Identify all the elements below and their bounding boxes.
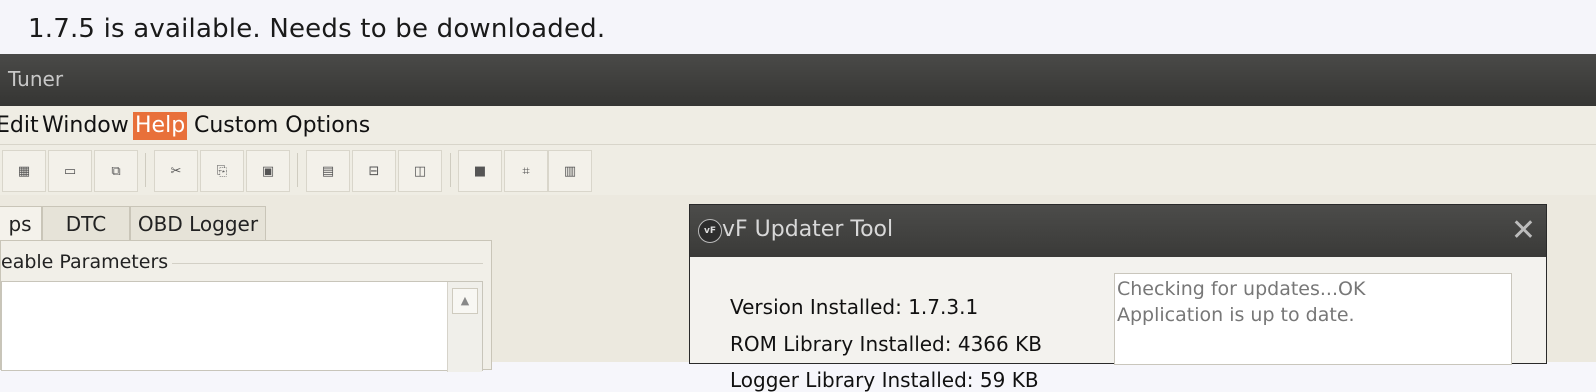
caption-banner: 1.7.5 is available. Needs to be download… bbox=[0, 0, 1596, 54]
group-label: eable Parameters bbox=[1, 251, 173, 273]
window-title: Tuner bbox=[8, 67, 64, 91]
cut-icon[interactable]: ✂ bbox=[154, 150, 198, 192]
table-icon[interactable]: ▥ bbox=[548, 150, 592, 192]
dialog-title-bar[interactable]: vF vF Updater Tool ✕ bbox=[690, 205, 1546, 257]
tab-maps[interactable]: ps bbox=[0, 206, 42, 243]
square-icon[interactable]: ■ bbox=[458, 150, 502, 192]
parameters-panel: eable Parameters ▲ bbox=[0, 240, 492, 372]
rom-library-installed: ROM Library Installed: 4366 KB bbox=[730, 332, 1042, 356]
close-icon[interactable]: ✕ bbox=[1511, 213, 1536, 248]
menu-edit[interactable]: Edit bbox=[0, 112, 41, 140]
title-bar[interactable]: Tuner bbox=[0, 54, 1596, 106]
toolbar: ▦ ▭ ⧉ ✂ ⎘ ▣ ▤ ⊟ ◫ ■ ⌗ ▥ bbox=[0, 145, 1596, 195]
menu-bar: Edit Window Help Custom Options bbox=[0, 106, 1596, 145]
vf-logo-icon: vF bbox=[698, 219, 722, 243]
version-installed: Version Installed: 1.7.3.1 bbox=[730, 295, 979, 319]
update-log[interactable]: Checking for updates...OK Application is… bbox=[1114, 273, 1512, 365]
parameters-list[interactable]: ▲ bbox=[1, 281, 483, 372]
split-vertical-icon[interactable]: ◫ bbox=[398, 150, 442, 192]
tuner-window: Tuner Edit Window Help Custom Options ▦ … bbox=[0, 54, 1596, 392]
log-line: Application is up to date. bbox=[1117, 304, 1355, 326]
copy-icon[interactable]: ⎘ bbox=[200, 150, 244, 192]
dialog-title: vF Updater Tool bbox=[722, 217, 894, 242]
save-icon[interactable]: ▭ bbox=[48, 150, 92, 192]
menu-window[interactable]: Window bbox=[40, 112, 131, 140]
tab-dtc[interactable]: DTC bbox=[42, 206, 130, 242]
menu-custom-options[interactable]: Custom Options bbox=[192, 112, 372, 140]
split-horizontal-icon[interactable]: ⊟ bbox=[352, 150, 396, 192]
compare-icon[interactable]: ▤ bbox=[306, 150, 350, 192]
menu-help[interactable]: Help bbox=[133, 112, 188, 140]
paste-icon[interactable]: ▣ bbox=[246, 150, 290, 192]
scroll-up-icon[interactable]: ▲ bbox=[452, 288, 478, 314]
updater-dialog: vF vF Updater Tool ✕ Version Installed: … bbox=[689, 204, 1547, 392]
tab-obd-logger[interactable]: OBD Logger bbox=[130, 206, 266, 242]
logger-library-installed: Logger Library Installed: 59 KB bbox=[730, 368, 1039, 392]
open-icon[interactable]: ▦ bbox=[2, 150, 46, 192]
caption-text: 1.7.5 is available. Needs to be download… bbox=[28, 14, 606, 44]
save-as-icon[interactable]: ⧉ bbox=[94, 150, 138, 192]
log-line: Checking for updates...OK bbox=[1117, 278, 1366, 300]
fit-icon[interactable]: ⌗ bbox=[504, 150, 548, 192]
scrollbar[interactable]: ▲ bbox=[447, 282, 482, 372]
